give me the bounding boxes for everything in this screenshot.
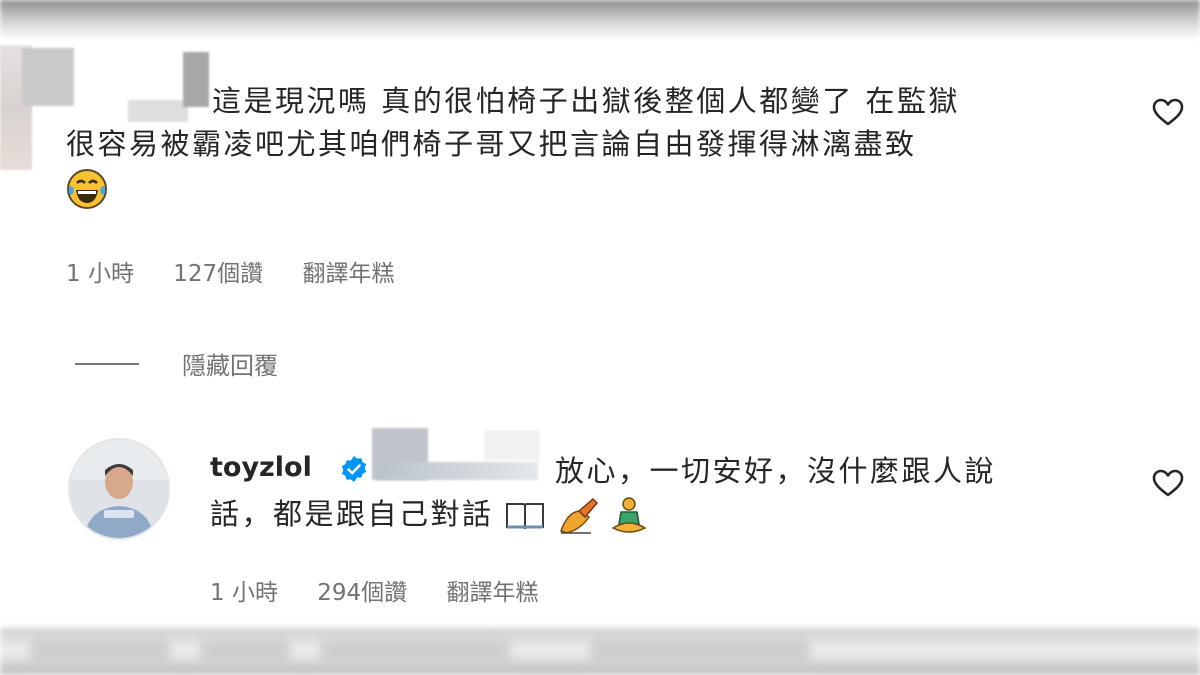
avatar-image — [70, 440, 168, 538]
heart-icon[interactable] — [1151, 468, 1185, 498]
reply-meta: 1 小時 294個讚 翻譯年糕 — [210, 573, 570, 607]
comment-1-emoji — [66, 166, 1146, 210]
avatar[interactable] — [68, 438, 170, 540]
reply-likes[interactable]: 294個讚 — [317, 580, 407, 606]
reply-line1: 放心，一切安好，沒什麼跟人說 — [555, 454, 997, 488]
writing-hand-emoji-icon — [560, 497, 598, 534]
comment-1-likes[interactable]: 127個讚 — [173, 261, 263, 287]
blurred-top-edge — [0, 0, 1200, 40]
reply-translate[interactable]: 翻譯年糕 — [446, 580, 538, 606]
reply-time: 1 小時 — [210, 580, 278, 606]
comment-1-meta: 1 小時 127個讚 翻譯年糕 — [66, 254, 426, 288]
hide-replies-line — [75, 363, 139, 365]
comment-1-line1: 這是現況嗎 真的很怕椅子出獄後整個人都變了 在監獄 — [212, 84, 960, 118]
comment-1-text: 這是現況嗎 真的很怕椅子出獄後整個人都變了 在監獄 很容易被霸凌吧尤其咱們椅子哥… — [66, 80, 1146, 210]
comment-1-translate[interactable]: 翻譯年糕 — [302, 261, 394, 287]
reply-line2: 話，都是跟自己對話 — [210, 493, 1110, 536]
comment-1-time: 1 小時 — [66, 261, 134, 287]
open-book-emoji-icon — [506, 503, 545, 530]
reply-line2-text: 話，都是跟自己對話 — [210, 497, 494, 531]
tears-of-joy-emoji-icon — [67, 169, 107, 209]
person-in-lotus-position-emoji-icon — [611, 497, 647, 533]
hide-replies-button[interactable]: 隱藏回覆 — [182, 346, 278, 381]
comment-1-line2: 很容易被霸凌吧尤其咱們椅子哥又把言論自由發揮得淋漓盡致 — [66, 127, 917, 161]
heart-icon[interactable] — [1151, 97, 1185, 127]
blurred-bottom-edge — [0, 628, 1200, 675]
reply-text: 放心，一切安好，沒什麼跟人說 話，都是跟自己對話 — [210, 450, 1110, 536]
